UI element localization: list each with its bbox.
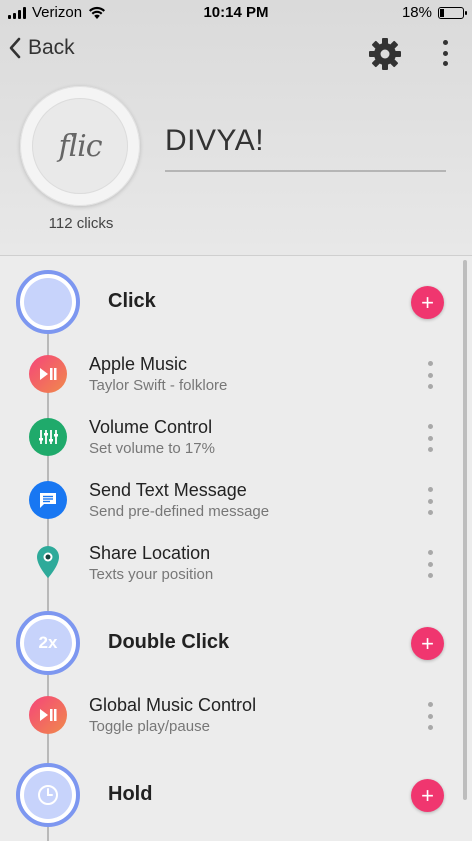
action-menu-button[interactable]	[424, 424, 436, 452]
message-icon	[29, 481, 67, 519]
action-subtitle: Toggle play/pause	[89, 718, 210, 735]
back-button[interactable]: Back	[8, 36, 75, 60]
more-vertical-icon	[427, 487, 433, 492]
action-menu-button[interactable]	[424, 361, 436, 389]
trigger-hold: Hold +	[0, 763, 460, 827]
scrollbar[interactable]	[463, 260, 467, 800]
device-name-field[interactable]: DIVYA!	[165, 118, 446, 172]
play-pause-icon	[29, 355, 67, 393]
equalizer-icon	[29, 418, 67, 456]
status-right: 18%	[401, 4, 467, 21]
more-vertical-icon	[427, 361, 433, 366]
timeline-connector	[47, 827, 49, 841]
play-pause-icon	[29, 696, 67, 734]
plus-icon: +	[421, 289, 434, 315]
trigger-double-click-icon: 2x	[16, 611, 80, 675]
trigger-label: Hold	[108, 783, 153, 805]
gear-icon	[369, 38, 401, 70]
action-menu-button[interactable]	[424, 550, 436, 578]
status-bar: Verizon 10:14 PM 18%	[0, 0, 472, 26]
flic-button-image[interactable]: flic	[20, 86, 140, 206]
action-share-location[interactable]: Share Location Texts your position	[0, 536, 460, 592]
action-subtitle: Set volume to 17%	[89, 440, 215, 457]
action-subtitle: Texts your position	[89, 566, 214, 583]
battery-fill	[440, 8, 444, 17]
plus-icon: +	[421, 782, 434, 808]
add-action-button[interactable]: +	[411, 286, 444, 319]
trigger-click: Click +	[0, 270, 460, 334]
battery-percent: 18%	[401, 4, 432, 21]
location-pin-icon	[29, 544, 67, 582]
trigger-double-click: 2x Double Click +	[0, 611, 460, 675]
action-send-text[interactable]: Send Text Message Send pre-defined messa…	[0, 473, 460, 529]
action-subtitle: Send pre-defined message	[89, 503, 270, 520]
add-action-button[interactable]: +	[411, 779, 444, 812]
add-action-button[interactable]: +	[411, 627, 444, 660]
more-vertical-icon	[427, 424, 433, 429]
action-title: Volume Control	[89, 417, 213, 437]
flic-logo: flic	[58, 128, 102, 164]
trigger-label: Click	[108, 290, 156, 312]
action-menu-button[interactable]	[424, 487, 436, 515]
action-title: Apple Music	[89, 354, 188, 374]
more-vertical-icon	[427, 702, 433, 707]
trigger-label: Double Click	[108, 631, 230, 653]
trigger-list: Click + Apple Music Taylor Swift - folkl…	[0, 257, 472, 841]
more-vertical-icon	[427, 550, 433, 555]
action-subtitle: Taylor Swift - folklore	[89, 377, 228, 394]
action-title: Share Location	[89, 543, 211, 563]
action-menu-button[interactable]	[424, 702, 436, 730]
action-apple-music[interactable]: Apple Music Taylor Swift - folklore	[0, 347, 460, 403]
plus-icon: +	[421, 630, 434, 656]
battery-icon	[438, 6, 467, 19]
action-volume-control[interactable]: Volume Control Set volume to 17%	[0, 410, 460, 466]
more-vertical-icon	[442, 40, 448, 45]
device-header: Verizon 10:14 PM 18% Back flic 112 click…	[0, 0, 472, 256]
back-label: Back	[28, 36, 75, 59]
chevron-left-icon	[9, 37, 21, 59]
trigger-click-icon	[16, 270, 80, 334]
more-options-button[interactable]	[436, 38, 454, 68]
flic-button-face: flic	[32, 98, 128, 194]
trigger-hold-icon	[16, 763, 80, 827]
action-title: Global Music Control	[89, 695, 257, 715]
action-title: Send Text Message	[89, 480, 247, 500]
clock-icon	[24, 771, 72, 819]
settings-button[interactable]	[366, 35, 404, 73]
click-count: 112 clicks	[48, 215, 114, 232]
action-global-music-control[interactable]: Global Music Control Toggle play/pause	[0, 688, 460, 744]
